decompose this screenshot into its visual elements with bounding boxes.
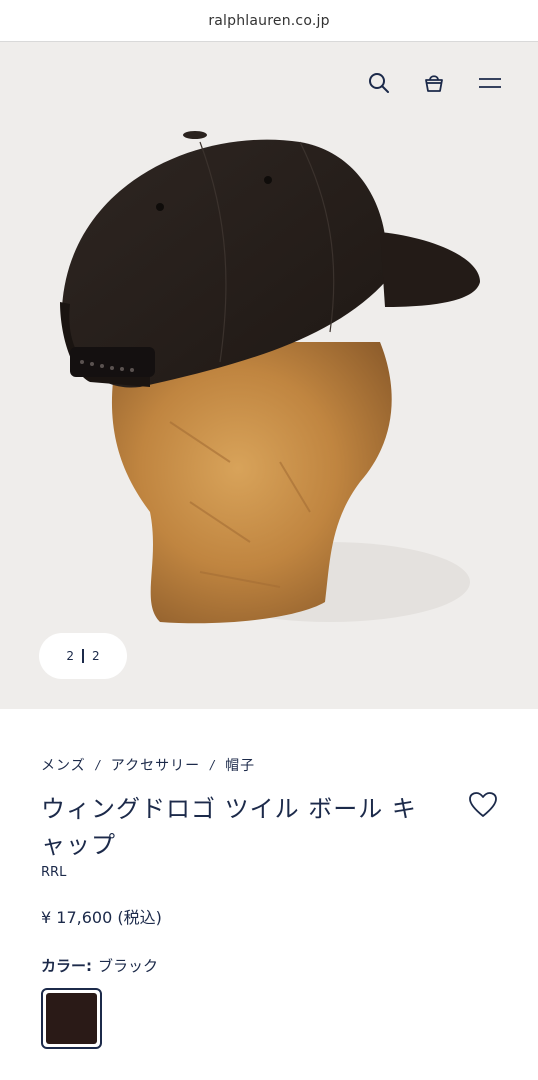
breadcrumb-item-mens[interactable]: メンズ (41, 755, 86, 775)
breadcrumb: メンズ / アクセサリー / 帽子 (41, 755, 255, 775)
pager-divider (82, 649, 84, 663)
search-button[interactable] (364, 68, 394, 98)
browser-url-bar[interactable]: ralphlauren.co.jp (0, 0, 538, 42)
image-pager[interactable]: 2 2 (39, 633, 127, 679)
menu-icon (479, 78, 501, 88)
breadcrumb-separator: / (95, 758, 101, 772)
bag-icon (425, 75, 443, 92)
pager-current: 2 (66, 649, 74, 663)
color-label: カラー: (41, 957, 92, 975)
color-value: ブラック (98, 957, 159, 975)
breadcrumb-item-hats[interactable]: 帽子 (225, 755, 255, 775)
color-selector-label: カラー: ブラック (41, 955, 158, 976)
product-brand: RRL (41, 865, 67, 880)
product-info: メンズ / アクセサリー / 帽子 ウィングドロゴ ツイル ボール キャップ R… (0, 709, 538, 1080)
product-image-gallery[interactable]: 2 2 (0, 42, 538, 709)
product-image (60, 131, 480, 624)
pager-total: 2 (92, 649, 100, 663)
product-price: ¥ 17,600 (税込) (41, 908, 162, 927)
breadcrumb-separator: / (210, 758, 216, 772)
heart-icon (469, 792, 497, 817)
swatch-fill (46, 993, 97, 1044)
search-icon (369, 73, 389, 93)
favorite-button[interactable] (467, 789, 499, 821)
product-title: ウィングドロゴ ツイル ボール キャップ (41, 795, 417, 859)
url-text: ralphlauren.co.jp (208, 12, 330, 29)
breadcrumb-item-accessories[interactable]: アクセサリー (111, 755, 200, 775)
bag-button[interactable] (419, 68, 449, 98)
menu-button[interactable] (475, 68, 505, 98)
color-swatch-black[interactable] (41, 988, 102, 1049)
